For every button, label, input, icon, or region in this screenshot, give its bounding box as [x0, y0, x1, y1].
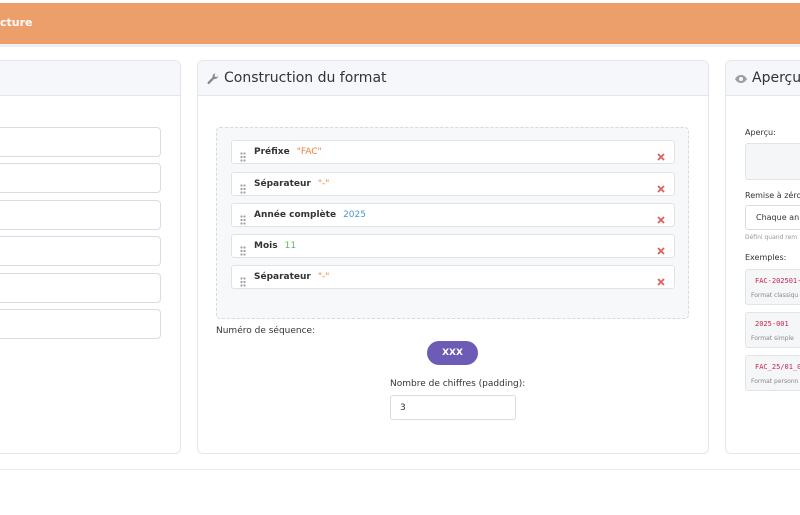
preview-box — [745, 143, 800, 180]
example-desc: Format simple — [751, 335, 794, 342]
drag-handle-icon[interactable] — [240, 241, 246, 256]
settings-input-4[interactable] — [0, 236, 161, 266]
example-code: FAC_25/01_0 — [755, 363, 800, 371]
wrench-icon — [206, 71, 220, 85]
remove-icon[interactable] — [656, 272, 666, 286]
segment-chip[interactable]: Séparateur "-" — [231, 265, 675, 289]
format-builder-header: Construction du format — [198, 61, 708, 96]
settings-input-3[interactable] — [0, 200, 161, 230]
sequence-label: Numéro de séquence: — [216, 326, 316, 336]
drag-handle-icon[interactable] — [240, 210, 246, 225]
remove-icon[interactable] — [656, 210, 666, 224]
padding-input[interactable]: 3 — [390, 395, 516, 420]
segment-chip[interactable]: Séparateur "-" — [231, 172, 675, 196]
settings-input-2[interactable] — [0, 163, 161, 193]
page-title: cture — [0, 16, 33, 29]
example-item[interactable]: 2025-001 Format simple — [745, 312, 800, 348]
remove-icon[interactable] — [656, 179, 666, 193]
preview-label: Aperçu: — [745, 128, 776, 137]
example-desc: Format classiqu — [751, 292, 799, 299]
segment-label: Année complète — [254, 210, 337, 220]
segment-value: "-" — [317, 179, 330, 189]
example-code: 2025-001 — [755, 320, 789, 328]
preview-title: Aperçu — [752, 70, 800, 86]
sequence-token[interactable]: XXX — [427, 341, 478, 365]
segment-value: "FAC" — [296, 147, 322, 157]
segment-chip[interactable]: Mois 11 — [231, 234, 675, 258]
segment-chip[interactable]: Année complète 2025 — [231, 203, 675, 227]
drag-handle-icon[interactable] — [240, 147, 246, 162]
reset-select[interactable]: Chaque an — [745, 205, 800, 230]
eye-icon — [734, 71, 748, 85]
examples-label: Exemples: — [745, 253, 787, 262]
settings-input-1[interactable] — [0, 127, 161, 157]
segment-label: Séparateur — [254, 272, 311, 282]
example-item[interactable]: FAC_25/01_0 Format personn — [745, 355, 800, 391]
preview-card-header: Aperçu — [726, 61, 800, 96]
segment-value: "-" — [317, 272, 330, 282]
drag-handle-icon[interactable] — [240, 179, 246, 194]
remove-icon[interactable] — [656, 241, 666, 255]
footer-divider — [0, 469, 800, 470]
padding-label: Nombre de chiffres (padding): — [390, 379, 526, 389]
settings-card-header — [0, 61, 180, 96]
example-item[interactable]: FAC-202501- Format classiqu — [745, 269, 800, 305]
format-drop-zone[interactable]: Préfixe "FAC" Séparateur "-" Année compl… — [216, 127, 689, 319]
segment-label: Mois — [254, 241, 278, 251]
remove-icon[interactable] — [656, 147, 666, 161]
segment-value: 2025 — [343, 210, 366, 220]
reset-hint: Défini quand rem — [745, 234, 798, 241]
segment-value: 11 — [284, 241, 297, 251]
example-desc: Format personn — [751, 378, 799, 385]
drag-handle-icon[interactable] — [240, 272, 246, 287]
settings-input-6[interactable] — [0, 309, 161, 339]
settings-input-5[interactable] — [0, 273, 161, 303]
reset-label: Remise à zéro — [745, 191, 800, 200]
example-code: FAC-202501- — [755, 277, 800, 285]
segment-chip[interactable]: Préfixe "FAC" — [231, 140, 675, 164]
top-bar-shadow — [0, 44, 800, 47]
segment-label: Préfixe — [254, 147, 290, 157]
segment-label: Séparateur — [254, 179, 311, 189]
format-builder-title: Construction du format — [224, 70, 387, 86]
top-bar: cture — [0, 3, 800, 44]
